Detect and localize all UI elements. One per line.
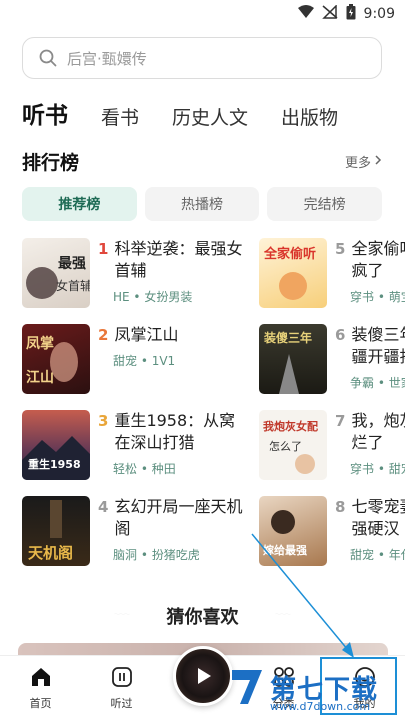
book-item[interactable]: 我炮灰女配怎么了 7 我，炮灰女配，摆烂了 穿书 • 甜宠: [259, 410, 405, 480]
book-rank: 1: [98, 240, 109, 258]
svg-text:天机阁: 天机阁: [28, 544, 73, 562]
more-label: 更多: [344, 156, 371, 171]
ranking-header: 排行榜 更多: [22, 148, 382, 175]
more-link[interactable]: 更多: [345, 152, 382, 171]
svg-text:凤掌: 凤掌: [26, 335, 54, 352]
book-cover: 全家偷听: [259, 238, 327, 308]
search-placeholder: 后宫·甄嬛传: [67, 49, 147, 68]
nav-home-label: 首页: [29, 696, 52, 710]
tab-read[interactable]: 看书: [101, 103, 139, 130]
search-input[interactable]: 后宫·甄嬛传: [22, 37, 382, 79]
svg-text:装傻三年: 装傻三年: [263, 330, 312, 345]
book-tags: 轻松 • 种田: [113, 462, 176, 476]
book-rank: 3: [98, 412, 109, 430]
tab-publications[interactable]: 出版物: [281, 103, 338, 130]
book-tags: HE • 女扮男装: [113, 290, 193, 304]
watermark-logo-icon: [232, 670, 262, 704]
book-title: 我，炮灰女配，摆烂了: [351, 411, 405, 452]
sub-tab-hot[interactable]: 热播榜: [144, 187, 260, 221]
ranking-sub-tabs: 推荐榜 热播榜 完结榜: [22, 187, 383, 221]
status-bar: 9:09: [0, 0, 405, 28]
book-title: 玄幻开局一座天机阁: [114, 497, 243, 538]
svg-text:最强: 最强: [58, 255, 86, 272]
svg-text:我炮灰女配: 我炮灰女配: [263, 419, 318, 433]
book-item[interactable]: 最强女首辅 1 科举逆袭：最强女首辅 HE • 女扮男装: [22, 238, 252, 308]
nav-listened-label: 听过: [110, 696, 133, 710]
book-rank: 5: [335, 240, 346, 258]
book-cover: 我炮灰女配怎么了: [259, 410, 327, 480]
book-item[interactable]: 全家偷听 5 全家偷听我心声杀疯了 穿书 • 萌宝: [259, 238, 405, 308]
book-item[interactable]: 天机阁 4 玄幻开局一座天机阁 脑洞 • 扮猪吃虎: [22, 496, 252, 566]
book-cover: 凤掌 江山: [22, 324, 90, 394]
nav-home[interactable]: 首页: [0, 656, 81, 720]
tab-history[interactable]: 历史人文: [172, 103, 248, 130]
book-item[interactable]: 装傻三年 6 装傻三年，我在边疆开疆拓土 争霸 • 世家: [259, 324, 405, 394]
book-cover: 天机阁: [22, 496, 90, 566]
book-title: 装傻三年，我在边疆开疆拓土: [351, 325, 405, 366]
sub-tab-recommended[interactable]: 推荐榜: [22, 187, 137, 221]
book-cover: 最强 女首辅: [22, 238, 90, 308]
sub-tab-finished[interactable]: 完结榜: [267, 187, 383, 221]
svg-text:江山: 江山: [26, 369, 54, 386]
book-rank: 7: [335, 412, 346, 430]
book-title: 全家偷听我心声杀疯了: [351, 239, 405, 280]
status-time: 9:09: [363, 6, 395, 22]
svg-text:重生1958: 重生1958: [28, 457, 81, 471]
svg-text:怎么了: 怎么了: [269, 439, 302, 453]
history-icon: [111, 666, 133, 691]
battery-icon: [346, 4, 356, 24]
book-rank: 4: [98, 498, 109, 516]
book-tags: 穿书 • 甜宠: [350, 462, 405, 476]
book-title: 重生1958：从窝在深山打猎: [114, 411, 236, 452]
annotation-arrow: [251, 533, 354, 658]
player-disc[interactable]: [172, 646, 233, 706]
watermark-url: www.d7down.com: [270, 700, 371, 713]
book-tags: 甜宠 • 1V1: [113, 354, 176, 368]
svg-text:全家偷听: 全家偷听: [263, 246, 316, 262]
book-item[interactable]: 重生1958 3 重生1958：从窝在深山打猎 轻松 • 种田: [22, 410, 252, 480]
book-rank: 8: [335, 498, 346, 516]
book-cover: 装傻三年: [259, 324, 327, 394]
book-title: 凤掌江山: [114, 325, 179, 344]
book-tags: 穿书 • 萌宝: [350, 290, 405, 304]
book-tags: 争霸 • 世家: [350, 376, 405, 390]
book-item[interactable]: 凤掌 江山 2 凤掌江山 甜宠 • 1V1: [22, 324, 252, 394]
top-tabs: 听书 看书 历史人文 出版物: [22, 94, 405, 130]
book-cover: 重生1958: [22, 410, 90, 480]
signal-off-icon: [321, 4, 338, 23]
search-icon: [39, 49, 57, 67]
wifi-icon: [297, 5, 314, 23]
book-tags: 脑洞 • 扮猪吃虎: [113, 548, 200, 562]
nav-listened[interactable]: 听过: [81, 656, 162, 720]
tab-listen[interactable]: 听书: [22, 96, 68, 130]
svg-text:女首辅: 女首辅: [56, 278, 90, 293]
ranking-title: 排行榜: [22, 152, 80, 174]
book-rank: 2: [98, 326, 109, 344]
home-icon: [30, 666, 52, 691]
book-title: 科举逆袭：最强女首辅: [114, 239, 243, 280]
chevron-right-icon: [374, 154, 382, 169]
play-icon: [198, 668, 211, 684]
book-rank: 6: [335, 326, 346, 344]
